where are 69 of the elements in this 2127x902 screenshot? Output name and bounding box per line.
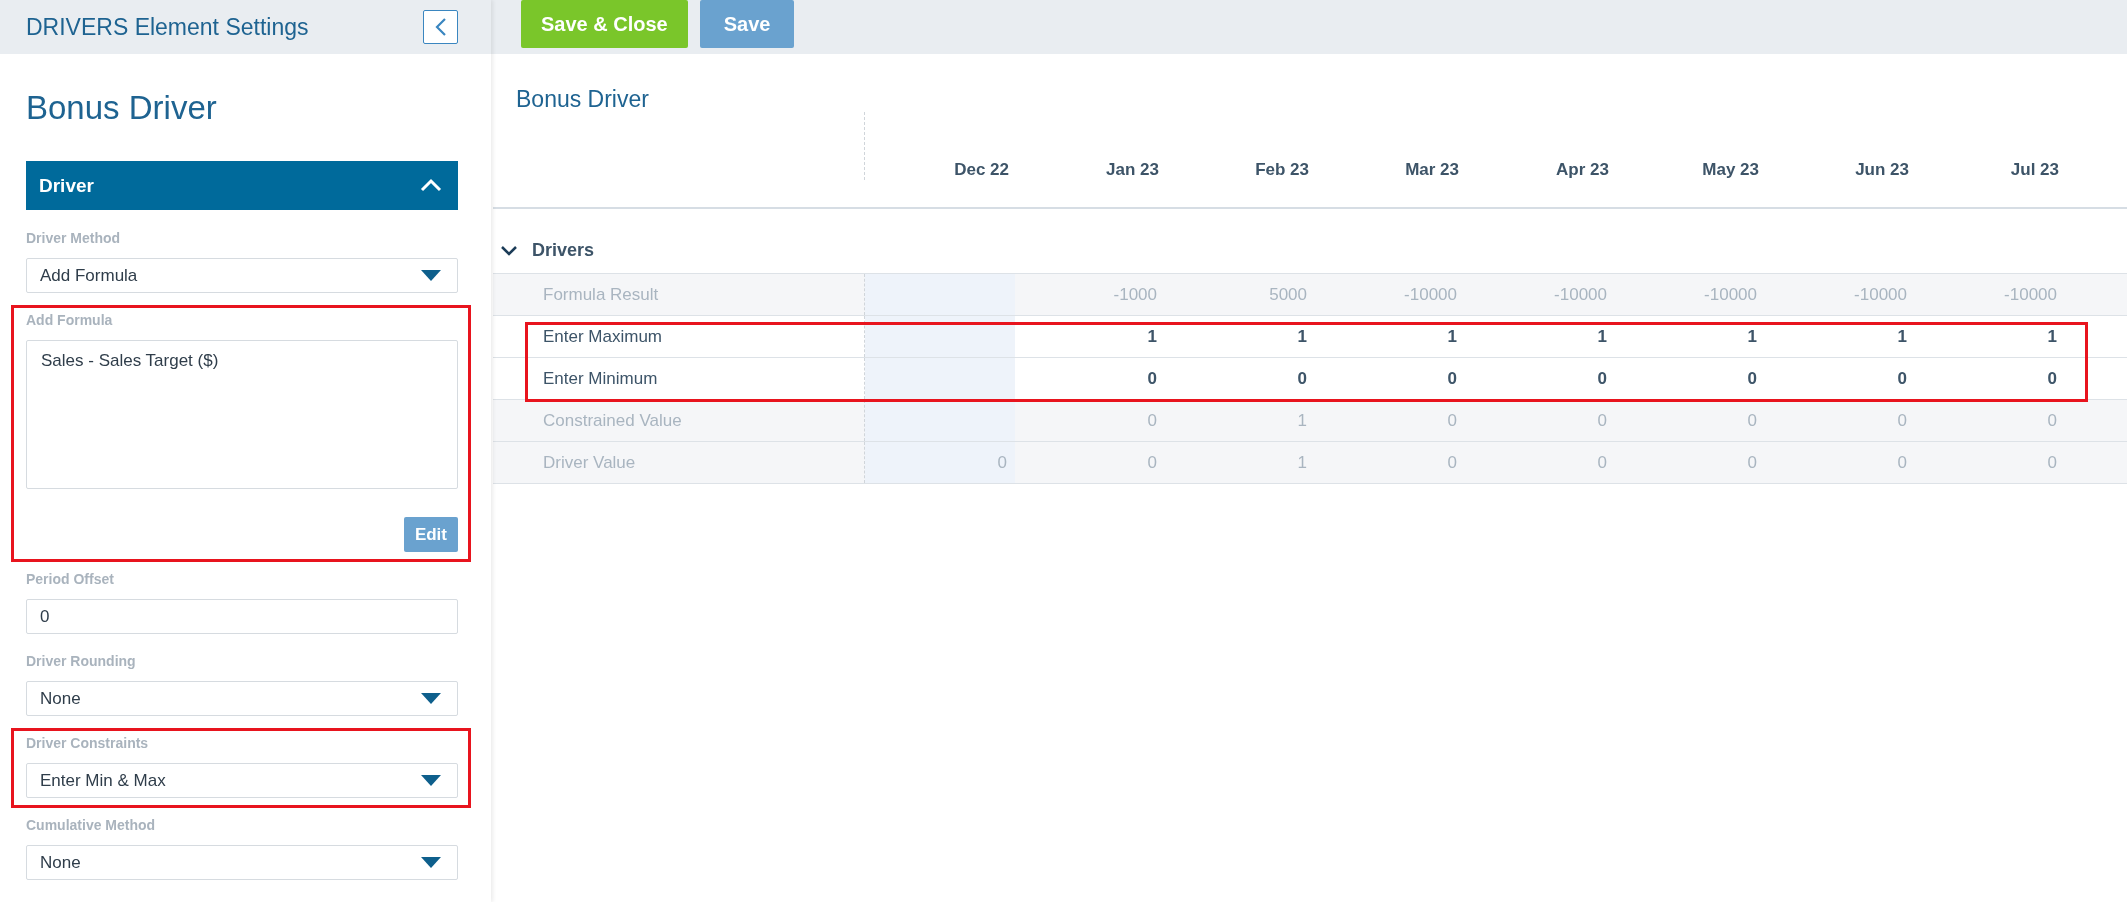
column-header: Feb 23 (1254, 160, 1310, 180)
panel-title: DRIVERS Element Settings (26, 13, 309, 41)
table-cell-text: 0 (1596, 409, 1608, 432)
table-cell[interactable]: 0 (1465, 358, 1615, 399)
table-cell[interactable]: 0 (1165, 358, 1315, 399)
table-cell-text: 0 (1596, 451, 1608, 474)
table-cell-text: 0 (2046, 451, 2058, 474)
table-cell[interactable]: 1 (1615, 316, 1765, 357)
group-label: Drivers (532, 240, 595, 261)
column-header: Apr 23 (1555, 160, 1610, 180)
table-cell[interactable]: 1 (1165, 316, 1315, 357)
column-header: Dec 22 (953, 160, 1010, 180)
table-cell-text: 0 (1446, 451, 1458, 474)
collapse-panel-button[interactable] (423, 10, 458, 44)
table-cell-text: 5000 (1268, 283, 1308, 306)
table-cell-text: 0 (1896, 409, 1908, 432)
formula-text-area[interactable]: Sales - Sales Target ($) (26, 340, 458, 489)
input-field[interactable]: 0 (26, 599, 458, 634)
column-header: Jun 23 (1854, 160, 1910, 180)
table-cell-text: -10000 (1553, 283, 1608, 306)
dropdown[interactable]: Enter Min & Max (26, 763, 458, 798)
dropdown[interactable]: Add Formula (26, 258, 458, 293)
table-cell-text: 1 (1296, 451, 1308, 474)
dropdown[interactable]: None (26, 681, 458, 716)
field-label: Driver Method (26, 229, 121, 248)
table-cell[interactable]: 1 (1465, 316, 1615, 357)
table-cell[interactable]: 1 (1015, 316, 1165, 357)
table-cell[interactable]: 0 (1915, 358, 2065, 399)
field-label: Cumulative Method (26, 816, 156, 835)
column-header: Jul 23 (2009, 160, 2060, 180)
table-cell-text: 0 (1146, 451, 1158, 474)
table-cell: 0 (865, 442, 1015, 483)
table-cell-text: 0 (2046, 409, 2058, 432)
table-cell-text: 0 (1746, 451, 1758, 474)
table-cell-text: 0 (1746, 409, 1758, 432)
table-cell-text: 0 (1896, 451, 1908, 474)
column-header: Jan 23 (1105, 160, 1160, 180)
dropdown[interactable]: None (26, 845, 458, 880)
table-cell-text: -10000 (1403, 283, 1458, 306)
column-header: May 23 (1701, 160, 1760, 180)
element-heading: Bonus Driver (26, 88, 218, 128)
table-cell[interactable]: 0 (1765, 358, 1915, 399)
table-cell-text: 1 (1296, 409, 1308, 432)
table-cell-text: 0 (1146, 409, 1158, 432)
field-label: Driver Constraints (26, 734, 149, 753)
table-cell-text: -1000 (1112, 283, 1158, 306)
dropdown-caret-icon (421, 857, 441, 868)
table-cell[interactable]: 1 (1765, 316, 1915, 357)
table-cell[interactable]: 1 (1315, 316, 1465, 357)
field-label: Period Offset (26, 570, 114, 589)
table-cell[interactable]: 0 (1315, 358, 1465, 399)
dropdown-caret-icon (421, 270, 441, 281)
table-cell-text: -10000 (1853, 283, 1908, 306)
table-cell-text: -10000 (2003, 283, 2058, 306)
section-title: Driver (39, 174, 94, 197)
table-cell[interactable]: 1 (1915, 316, 2065, 357)
table-cell[interactable]: 0 (1615, 358, 1765, 399)
chevron-left-icon (434, 17, 447, 37)
section-header[interactable]: Driver (26, 161, 458, 210)
field-label: Driver Rounding (26, 652, 136, 671)
table-cell-text: -10000 (1703, 283, 1758, 306)
grid-title: Bonus Driver (515, 85, 650, 112)
table-cell-text: 0 (1446, 409, 1458, 432)
dropdown-caret-icon (421, 775, 441, 786)
dropdown-caret-icon (421, 693, 441, 704)
field-label: Add Formula (26, 311, 113, 330)
table-cell[interactable]: 0 (1015, 358, 1165, 399)
chevron-icon[interactable] (500, 244, 518, 257)
column-header: Mar 23 (1404, 160, 1460, 180)
